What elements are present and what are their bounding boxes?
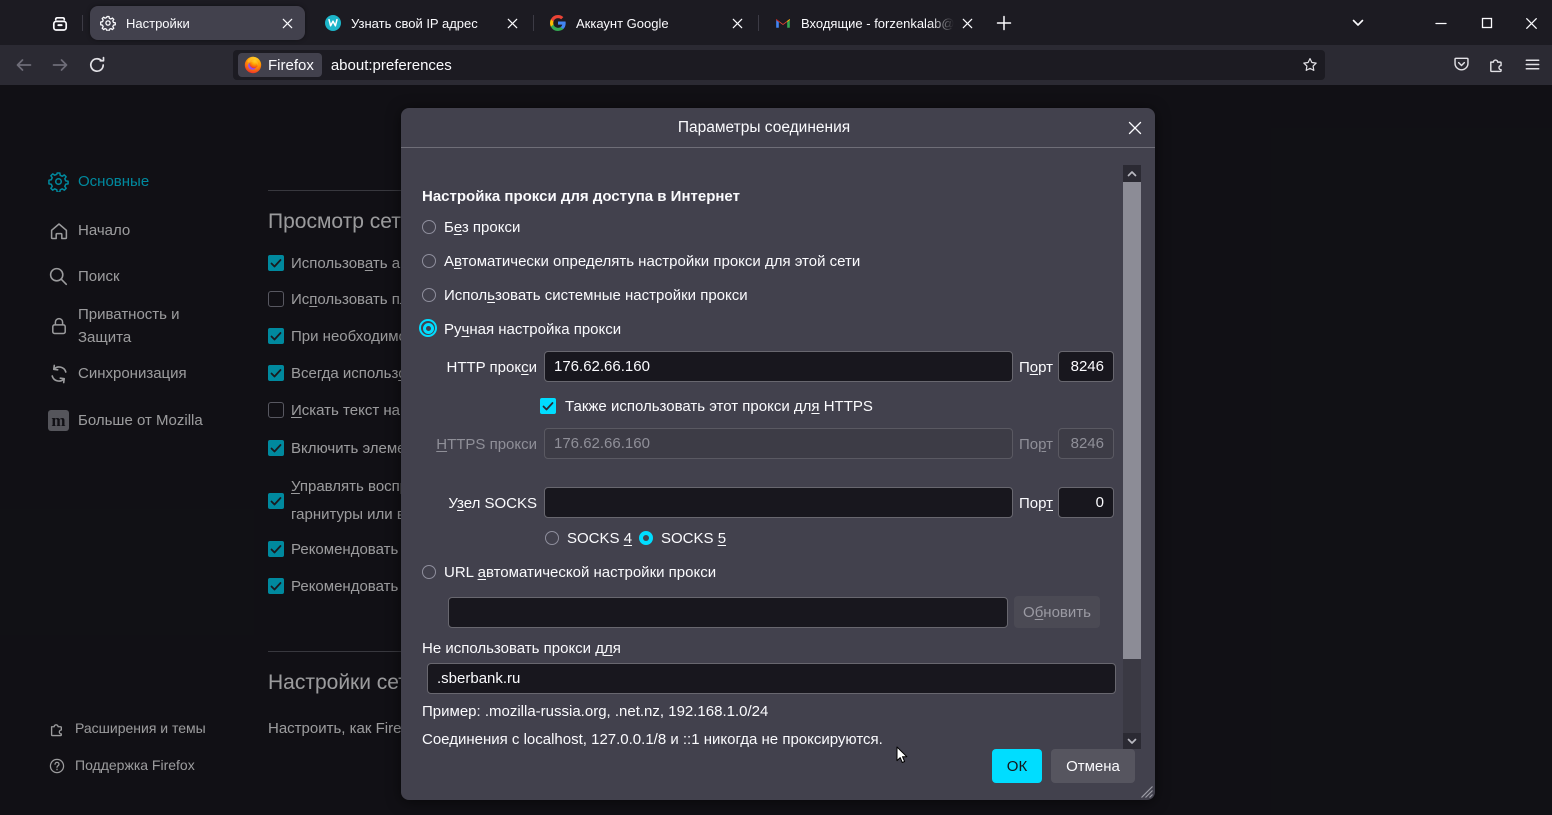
tab-title: Аккаунт Google (576, 16, 724, 31)
http-port-label: Порт (1019, 359, 1053, 376)
radio-system-proxy[interactable] (422, 288, 436, 302)
https-port-input: 8246 (1058, 428, 1114, 459)
navigation-toolbar: Firefox about:preferences (0, 45, 1552, 85)
tab-close-icon[interactable] (505, 16, 520, 31)
http-port-input[interactable]: 8246 (1058, 351, 1114, 382)
tab-title: Узнать свой IP адрес (351, 16, 499, 31)
pocket-icon[interactable] (1452, 55, 1472, 75)
firefox-view-icon[interactable] (48, 11, 72, 35)
socks-host-input[interactable] (544, 487, 1013, 518)
radio-no-proxy-label: Без прокси (444, 219, 520, 236)
radio-manual-proxy-label: Ручная настройка прокси (444, 321, 621, 338)
no-proxy-label: Не использовать прокси для (422, 640, 621, 657)
radio-socks4[interactable] (545, 531, 559, 545)
https-share-label: Также использовать этот прокси для HTTPS (565, 398, 873, 415)
firefox-logo-icon (244, 56, 262, 74)
url-text: about:preferences (331, 57, 452, 74)
extensions-icon[interactable] (1487, 55, 1507, 75)
gear-icon (100, 15, 116, 31)
tab-title-fade (930, 16, 954, 31)
no-proxy-input[interactable]: .sberbank.ru (427, 663, 1116, 694)
tab-bar: Настройки Узнать свой IP адрес (0, 0, 1552, 45)
cancel-button[interactable]: Отмена (1051, 749, 1135, 783)
example-text: Пример: .mozilla-russia.org, .net.nz, 19… (422, 703, 768, 720)
proxy-heading: Настройка прокси для доступа в Интернет (422, 188, 740, 205)
list-all-tabs-button[interactable] (1348, 13, 1368, 33)
radio-no-proxy[interactable] (422, 220, 436, 234)
firefox-window: Настройки Узнать свой IP адрес (0, 0, 1552, 815)
window-close-button[interactable] (1521, 13, 1541, 33)
radio-system-proxy-label: Использовать системные настройки прокси (444, 287, 748, 304)
https-port-label: Порт (1019, 436, 1053, 453)
radio-autoconfig-url-label: URL автоматической настройки прокси (444, 564, 716, 581)
window-maximize-button[interactable] (1477, 13, 1497, 33)
dialog-close-icon[interactable] (1127, 120, 1143, 136)
menu-hamburger-icon[interactable] (1523, 55, 1543, 75)
scrollbar-up-icon[interactable] (1123, 165, 1141, 182)
radio-autoconfig-url[interactable] (422, 565, 436, 579)
scrollbar-down-icon[interactable] (1123, 733, 1141, 749)
tab-title: Настройки (126, 16, 274, 31)
tab-close-icon[interactable] (730, 16, 745, 31)
radio-socks5[interactable] (639, 531, 653, 545)
dialog-titlebar: Параметры соединения (401, 108, 1155, 148)
autoconfig-url-input[interactable] (448, 597, 1008, 628)
window-minimize-button[interactable] (1431, 13, 1451, 33)
tab-close-icon[interactable] (280, 16, 295, 31)
tab-ip-address[interactable]: Узнать свой IP адрес (315, 6, 530, 40)
http-proxy-input[interactable]: 176.62.66.160 (544, 351, 1013, 382)
radio-socks4-label: SOCKS 4 (567, 530, 632, 547)
bookmark-star-icon[interactable] (1302, 57, 1318, 73)
identity-chip[interactable]: Firefox (238, 53, 322, 77)
socks-port-label: Порт (1019, 495, 1053, 512)
resize-grip-icon[interactable] (1139, 784, 1153, 798)
https-share-checkbox[interactable] (540, 398, 556, 414)
w-badge-icon (325, 15, 341, 31)
scrollbar-thumb[interactable] (1123, 182, 1141, 659)
tab-separator (533, 15, 534, 31)
tab-settings[interactable]: Настройки (90, 6, 305, 40)
back-button[interactable] (14, 55, 34, 75)
new-tab-button[interactable] (994, 13, 1014, 33)
socks-port-input[interactable]: 0 (1058, 487, 1114, 518)
ok-button[interactable]: ОК (992, 749, 1042, 783)
google-icon (550, 15, 566, 31)
note-text: Соединения с localhost, 127.0.0.1/8 и ::… (422, 731, 883, 748)
forward-button[interactable] (50, 55, 70, 75)
radio-auto-detect-label: Автоматически определять настройки прокс… (444, 253, 860, 270)
tab-gmail-inbox[interactable]: Входящие - forzenkalab@gmai (765, 6, 985, 40)
tab-title: Входящие - forzenkalab@gmai (801, 16, 954, 31)
https-proxy-input: 176.62.66.160 (544, 428, 1013, 459)
tab-separator (758, 15, 759, 31)
radio-socks5-label: SOCKS 5 (661, 530, 726, 547)
reload-button[interactable] (87, 55, 107, 75)
socks-host-label: Узел SOCKS (401, 495, 537, 512)
preferences-page: Основные Начало Поиск Приватность и Защи… (0, 85, 1552, 815)
dialog-title: Параметры соединения (678, 119, 850, 137)
gmail-icon (775, 15, 791, 31)
identity-label: Firefox (268, 57, 314, 74)
connection-settings-dialog: Параметры соединения Настройка прокси дл… (401, 108, 1155, 800)
url-bar[interactable]: Firefox about:preferences (233, 50, 1325, 80)
https-proxy-label: HTTPS прокси (401, 436, 537, 453)
radio-manual-proxy[interactable] (419, 319, 437, 337)
refresh-button: Обновить (1014, 596, 1100, 628)
radio-auto-detect[interactable] (422, 254, 436, 268)
http-proxy-label: HTTP прокси (401, 359, 537, 376)
tab-close-icon[interactable] (960, 16, 975, 31)
tab-separator (82, 15, 83, 31)
tab-google-account[interactable]: Аккаунт Google (540, 6, 755, 40)
mouse-cursor (893, 745, 913, 767)
